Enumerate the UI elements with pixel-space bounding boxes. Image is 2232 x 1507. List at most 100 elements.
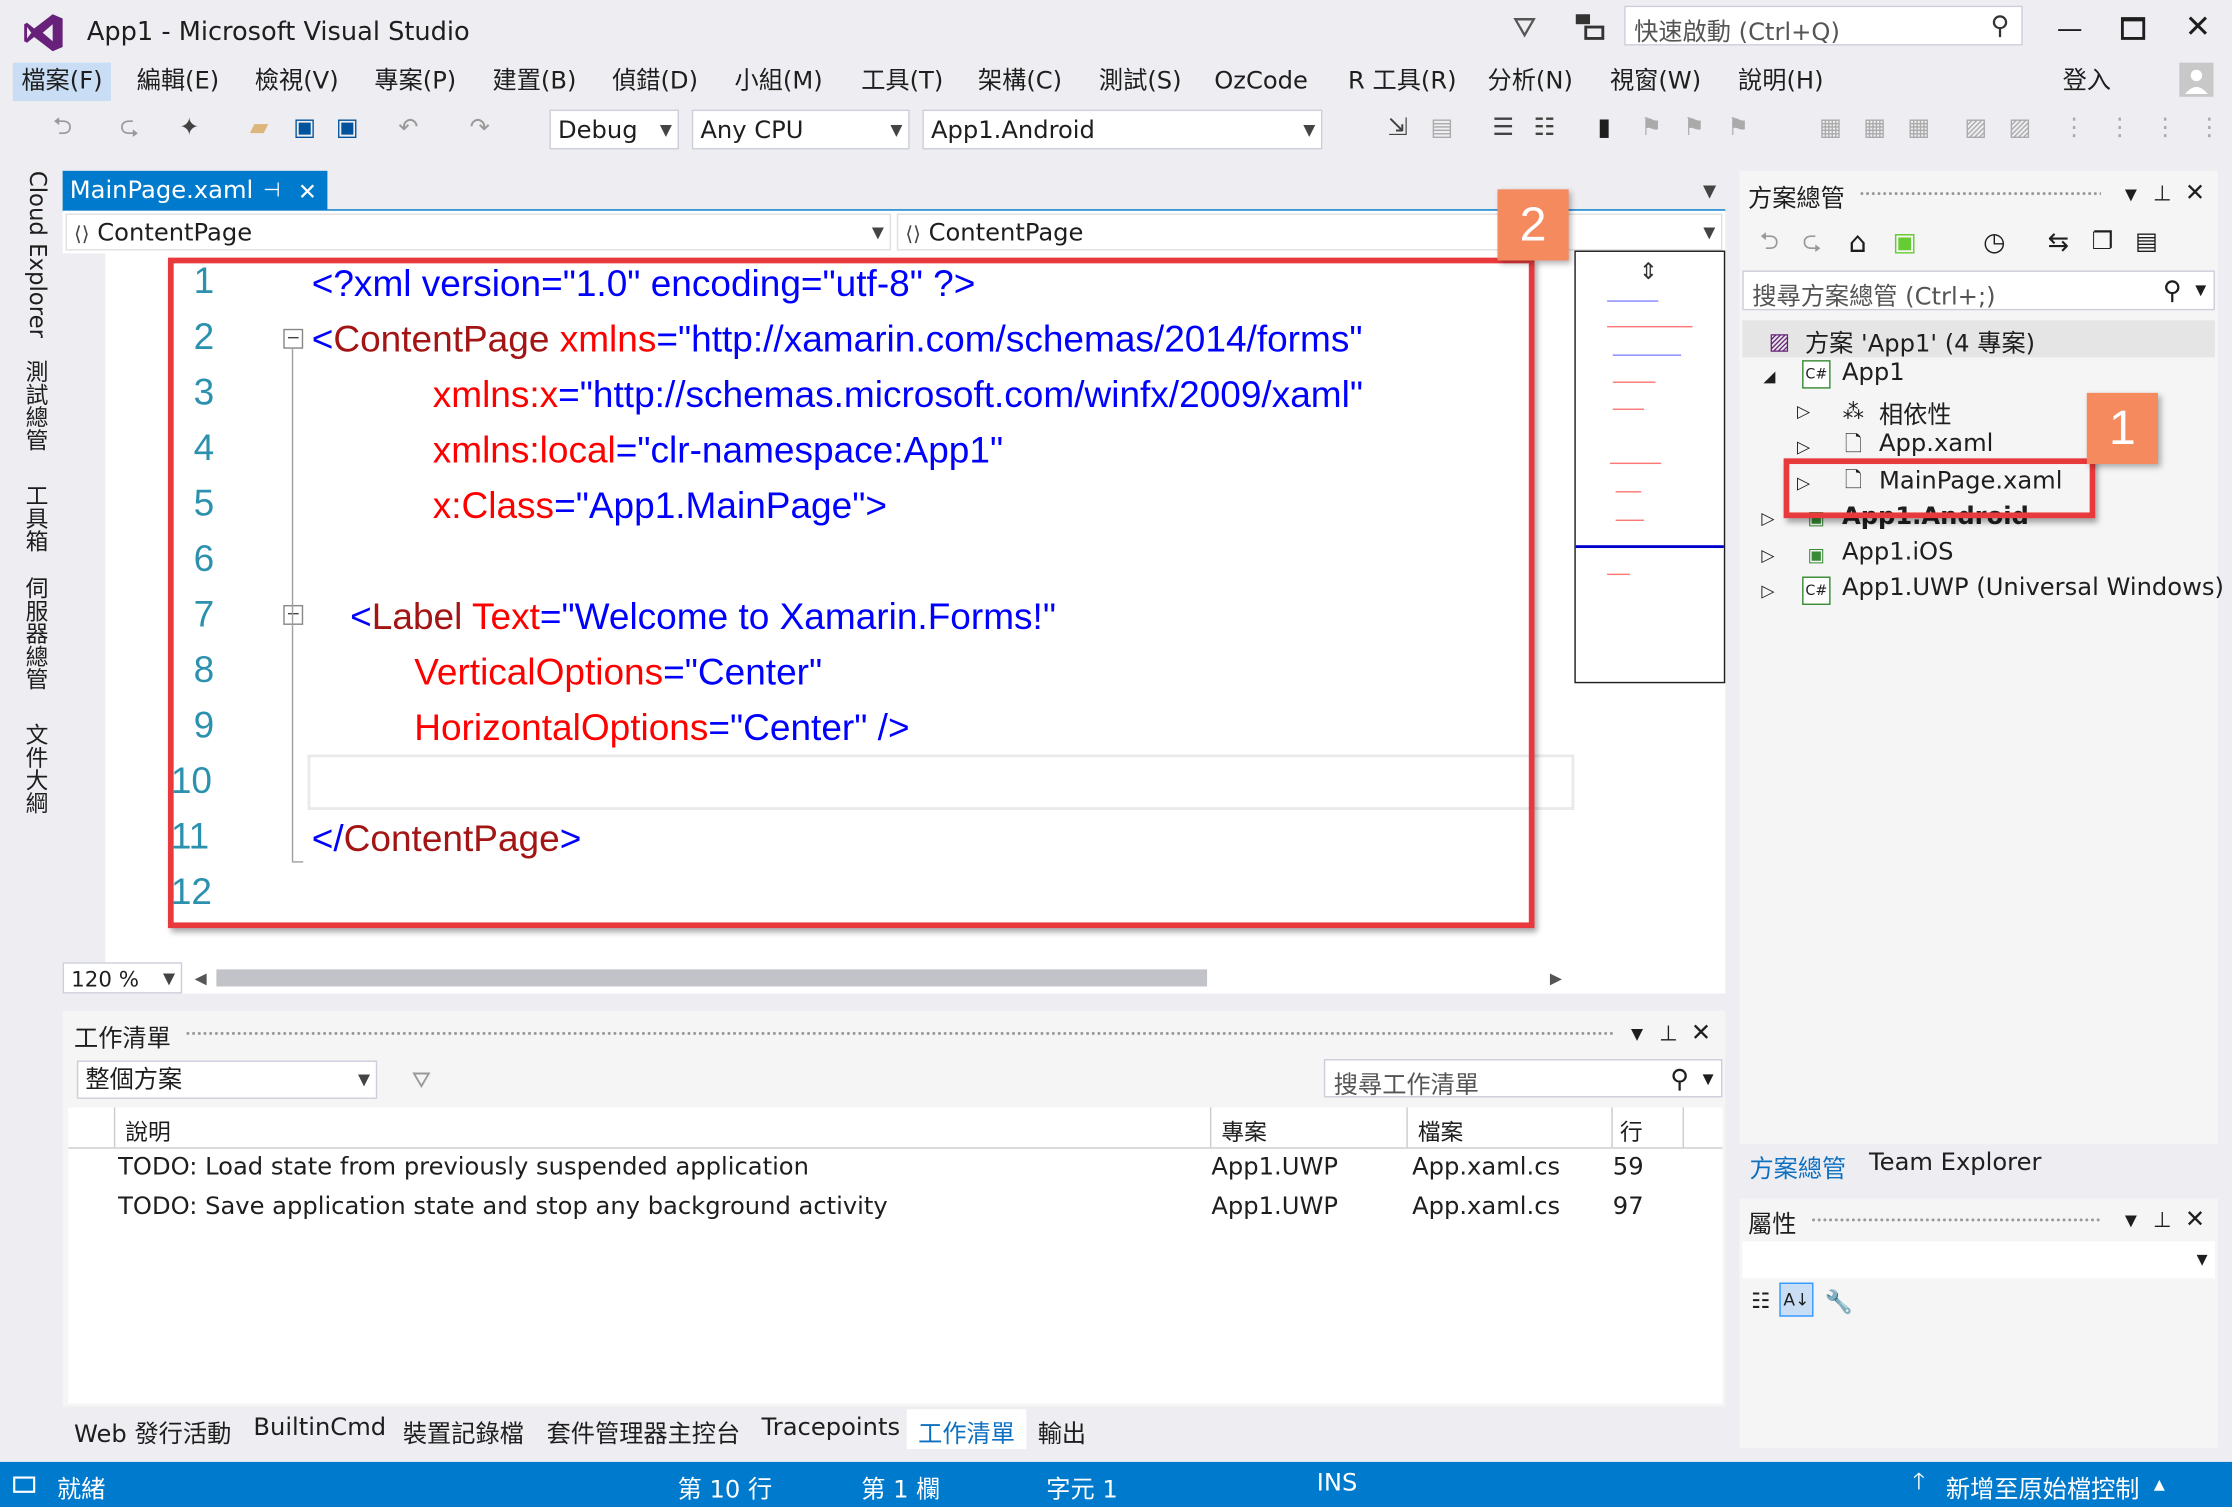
sign-in-link[interactable]: 登入 [2063, 63, 2111, 101]
forward-icon[interactable]: ⮎ [114, 111, 145, 145]
toolbar-tool-icon[interactable]: ▦ [1815, 111, 1846, 145]
toolbar-tool-icon[interactable]: ⋮ [2194, 111, 2225, 145]
quick-launch-input[interactable]: 快速啟動 (Ctrl+Q) ⚲ [1624, 5, 2023, 47]
code-editor[interactable]: ⟨⟩ ContentPage ▼ ⟨⟩ ContentPage ▼ − − 1 … [62, 189, 1726, 994]
breakpoint-list-icon[interactable]: ▤ [1426, 111, 1457, 145]
clear-filter-icon[interactable]: ⛛ [406, 1065, 437, 1096]
menu-file[interactable]: 檔案(F) [12, 62, 112, 102]
tab-output[interactable]: 輸出 [1038, 1414, 1086, 1449]
tree-item-app-xaml[interactable]: App.xaml [1879, 430, 1993, 458]
home-icon[interactable]: ⌂ [1841, 225, 1875, 259]
image-icon[interactable]: ▨ [1960, 111, 1991, 145]
menu-analyze[interactable]: 分析(N) [1488, 63, 1573, 101]
switch-view-icon[interactable]: ▣ [1888, 225, 1922, 259]
tab-solution-explorer[interactable]: 方案總管 [1749, 1149, 1846, 1184]
menu-team[interactable]: 小組(M) [735, 63, 823, 101]
back-icon[interactable]: ⮌ [47, 111, 78, 145]
scroll-right-icon[interactable]: ▶ [1546, 965, 1566, 991]
tree-item-app1-ios[interactable]: App1.iOS [1842, 538, 1953, 566]
clear-bookmark-icon[interactable]: ⚑ [1722, 111, 1753, 145]
dropdown-icon[interactable]: ▼ [2121, 179, 2141, 207]
column-header-line[interactable]: 行 [1620, 1113, 1643, 1147]
wrench-icon[interactable]: 🔧 [1823, 1285, 1854, 1316]
new-project-icon[interactable]: ✦ [174, 111, 205, 145]
tab-test-explorer[interactable]: 測試總管 [14, 360, 51, 451]
tab-overflow-icon[interactable]: ▼ [1698, 178, 1721, 204]
collapsed-icon[interactable]: ▷ [1759, 577, 1776, 605]
collapsed-icon[interactable]: ▷ [1795, 433, 1812, 461]
properties-object-select[interactable]: ▼ [1742, 1241, 2215, 1279]
table-row-desc[interactable]: TODO: Save application state and stop an… [118, 1193, 888, 1221]
save-icon[interactable]: ▣ [289, 111, 320, 145]
tree-item-app1-uwp[interactable]: App1.UWP (Universal Windows) [1842, 574, 2224, 602]
pin-icon[interactable]: ⊥ [2151, 179, 2174, 207]
indent-icon[interactable]: ☰ [1488, 111, 1519, 145]
add-to-source-control[interactable]: 新增至原始檔控制 [1946, 1469, 2140, 1504]
table-row-desc[interactable]: TODO: Load state from previously suspend… [118, 1153, 809, 1181]
tab-tracepoints[interactable]: Tracepoints [762, 1414, 901, 1442]
task-scope-select[interactable]: 整個方案 ▼ [76, 1060, 378, 1099]
startup-project-select[interactable]: App1.Android ▼ [922, 109, 1323, 150]
open-folder-icon[interactable]: ▰ [243, 111, 274, 145]
toolbar-tool-icon[interactable]: ▦ [1903, 111, 1934, 145]
dropdown-icon[interactable]: ▼ [1627, 1019, 1647, 1047]
nav-bar-left[interactable]: ⟨⟩ ContentPage ▼ [65, 213, 892, 251]
configuration-select[interactable]: Debug ▼ [549, 109, 679, 150]
toolbar-tool-icon[interactable]: ▦ [1859, 111, 1890, 145]
column-header-description[interactable]: 說明 [125, 1113, 171, 1147]
tab-web-publish[interactable]: Web 發行活動 [74, 1414, 231, 1449]
tab-builtincmd[interactable]: BuiltinCmd [253, 1414, 386, 1442]
close-icon[interactable]: ✕ [2182, 1206, 2208, 1234]
minimize-icon[interactable]: — [2050, 11, 2090, 45]
menu-ozcode[interactable]: OzCode [1214, 63, 1308, 101]
pin-icon[interactable]: ⊥ [2151, 1206, 2174, 1234]
zoom-select[interactable]: 120 % ▼ [62, 962, 183, 994]
menu-test[interactable]: 測試(S) [1099, 63, 1182, 101]
solution-search-input[interactable]: 搜尋方案總管 (Ctrl+;) ⚲ ▼ [1742, 270, 2215, 312]
tab-mainpage-xaml[interactable]: MainPage.xaml ⊣ ✕ [62, 170, 328, 211]
dropdown-icon[interactable]: ▼ [2121, 1206, 2141, 1234]
scroll-left-icon[interactable]: ◀ [191, 965, 211, 991]
pin-icon[interactable]: ⊣ [259, 177, 285, 205]
properties-icon[interactable]: ▤ [2130, 225, 2164, 259]
close-icon[interactable]: ✕ [2178, 9, 2218, 46]
bookmark-icon[interactable]: ▮ [1589, 111, 1620, 145]
menu-debug[interactable]: 偵錯(D) [612, 63, 698, 101]
tab-package-manager[interactable]: 套件管理器主控台 [547, 1414, 741, 1449]
toolbar-tool-icon[interactable]: ⋮ [2149, 111, 2180, 145]
menu-edit[interactable]: 編輯(E) [137, 63, 220, 101]
back-icon[interactable]: ⮌ [1754, 227, 1785, 259]
feedback-icon[interactable] [1572, 9, 1609, 46]
split-icon[interactable]: ⇕ [1634, 256, 1662, 284]
chevron-up-icon[interactable]: ▲ [2149, 1472, 2169, 1498]
redo-icon[interactable]: ↷ [464, 111, 495, 145]
menu-window[interactable]: 視窗(W) [1610, 63, 1701, 101]
history-icon[interactable]: ◷ [1977, 225, 2011, 259]
collapse-all-icon[interactable]: ❐ [2085, 225, 2119, 259]
horizontal-scrollbar-thumb[interactable] [216, 969, 1208, 987]
close-icon[interactable]: ✕ [2182, 179, 2208, 207]
menu-build[interactable]: 建置(B) [493, 63, 577, 101]
collapsed-icon[interactable]: ▷ [1759, 504, 1776, 532]
menu-r-tools[interactable]: R 工具(R) [1348, 63, 1457, 101]
filter-icon[interactable]: ⛛ [1506, 9, 1543, 46]
next-bookmark-icon[interactable]: ⚑ [1678, 111, 1709, 145]
close-tab-icon[interactable]: ✕ [293, 177, 321, 205]
task-search-input[interactable]: 搜尋工作清單 ⚲ ▼ [1323, 1059, 1723, 1100]
toolbar-tool-icon[interactable]: ⋮ [2104, 111, 2135, 145]
tree-item-dependencies[interactable]: 相依性 [1879, 394, 1952, 429]
forward-icon[interactable]: ⮎ [1796, 227, 1827, 259]
step-icon[interactable]: ⇲ [1382, 111, 1413, 145]
categorized-icon[interactable]: ☷ [1745, 1285, 1776, 1316]
nav-bar-right[interactable]: ⟨⟩ ContentPage ▼ [896, 213, 1723, 251]
minimap[interactable] [1574, 250, 1726, 684]
prev-bookmark-icon[interactable]: ⚑ [1636, 111, 1667, 145]
toolbar-tool-icon[interactable]: ⋮ [2058, 111, 2089, 145]
collapsed-icon[interactable]: ▷ [1759, 541, 1776, 569]
sync-icon[interactable]: ⇆ [2041, 225, 2075, 259]
tab-server-explorer[interactable]: 伺服器總管 [14, 577, 51, 691]
avatar[interactable] [2179, 62, 2214, 97]
tree-item-solution[interactable]: 方案 'App1' (4 專案) [1805, 323, 2035, 358]
tab-document-outline[interactable]: 文件大綱 [14, 723, 51, 814]
close-icon[interactable]: ✕ [1688, 1019, 1714, 1047]
